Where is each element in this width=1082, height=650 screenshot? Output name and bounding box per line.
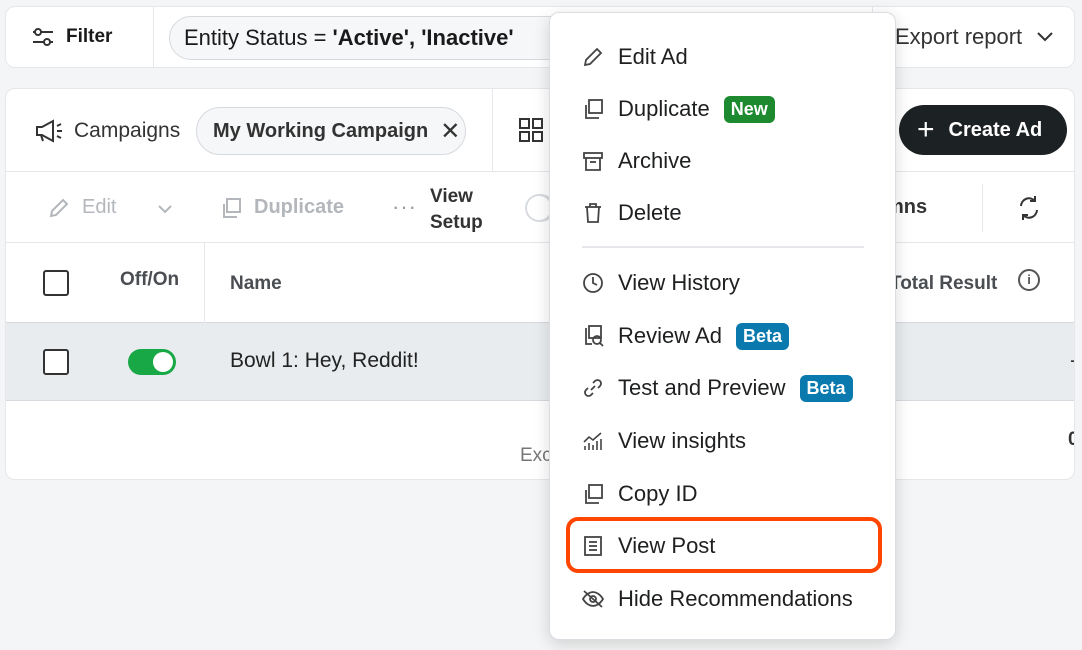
column-header-off-on[interactable]: Off/On (120, 269, 179, 291)
menu-item-label: Duplicate (618, 96, 710, 121)
menu-item-label: Hide Recommendations (618, 586, 853, 611)
create-ad-label: Create Ad (948, 118, 1043, 141)
refresh-icon[interactable] (1016, 194, 1042, 222)
menu-item-label: View History (618, 270, 740, 295)
edit-label: Edit (82, 196, 117, 218)
copy-icon (580, 481, 606, 507)
ad-name[interactable]: Bowl 1: Hey, Reddit! (230, 349, 419, 373)
table-row[interactable]: Bowl 1: Hey, Reddit! - (6, 323, 1074, 401)
menu-item-edit-ad[interactable]: Edit Ad (580, 37, 688, 77)
status-filter-values: 'Active', 'Inactive' (332, 25, 514, 50)
review-icon (580, 323, 606, 349)
view-setup-line2: Setup (430, 212, 483, 233)
menu-item-hide-recommendations[interactable]: Hide Recommendations (580, 579, 853, 619)
footer-total: 0 (1068, 429, 1074, 451)
filter-label: Filter (66, 26, 113, 47)
duplicate-icon (580, 96, 606, 122)
menu-item-delete[interactable]: Delete (580, 193, 682, 233)
grid-icon[interactable] (518, 117, 544, 143)
beta-badge: Beta (799, 374, 853, 402)
column-header-total-result[interactable]: Total Result (890, 273, 997, 295)
ads-panel: Campaigns My Working Campaign ✕ + Create… (5, 88, 1075, 480)
pencil-icon (580, 44, 606, 70)
view-setup-line1: View (430, 186, 473, 207)
footer-label: Exc (520, 445, 552, 466)
duplicate-label: Duplicate (254, 196, 345, 218)
menu-item-label: View insights (618, 428, 746, 453)
status-filter-prefix: Entity Status = (184, 25, 327, 50)
ad-toolbar: Edit Duplicate ··· View Setup mns (6, 171, 1074, 243)
menu-item-view-history[interactable]: View History (580, 263, 740, 303)
campaign-chip[interactable]: My Working Campaign ✕ (196, 107, 466, 155)
pencil-icon (49, 198, 69, 217)
menu-item-label: Edit Ad (618, 44, 688, 69)
menu-item-duplicate[interactable]: Duplicate New (580, 89, 775, 129)
ad-toggle[interactable] (128, 349, 176, 375)
campaigns-breadcrumb[interactable]: Campaigns (34, 119, 180, 143)
menu-divider (582, 246, 864, 248)
column-divider (204, 243, 205, 323)
archive-icon (580, 148, 606, 174)
menu-item-label: Copy ID (618, 481, 698, 506)
menu-item-label: Review Ad (618, 323, 722, 348)
chevron-down-icon[interactable] (158, 204, 172, 214)
trash-icon (580, 200, 606, 226)
export-report-label: Export report (895, 24, 1023, 49)
chevron-down-icon (1037, 32, 1053, 42)
select-all-checkbox[interactable] (43, 270, 69, 296)
edit-button[interactable]: Edit (48, 196, 116, 219)
plus-icon: + (917, 113, 935, 146)
new-badge: New (723, 95, 775, 123)
campaigns-label: Campaigns (74, 119, 181, 142)
highlight-box (566, 517, 882, 573)
insights-icon (580, 428, 606, 454)
ad-context-menu: Edit Ad Duplicate New Archive Delete Vie… (549, 12, 896, 640)
column-header-name[interactable]: Name (230, 273, 282, 295)
header-divider (492, 89, 493, 171)
info-icon[interactable]: i (1018, 269, 1040, 291)
toolbar-divider (982, 184, 983, 232)
menu-item-archive[interactable]: Archive (580, 141, 691, 181)
campaign-chip-label: My Working Campaign (213, 119, 429, 142)
link-icon (580, 375, 606, 401)
table-header: Off/On Name Total Result i (6, 243, 1074, 323)
eye-off-icon (580, 586, 606, 612)
duplicate-icon (223, 197, 241, 218)
filter-bar: Filter Entity Status = 'Active', 'Inacti… (5, 6, 1075, 68)
total-result-value: - (1070, 349, 1074, 373)
clock-icon (580, 270, 606, 296)
export-report-button[interactable]: Export report (872, 7, 1076, 67)
filter-icon (33, 28, 53, 46)
create-ad-button[interactable]: + Create Ad (899, 105, 1067, 155)
row-checkbox[interactable] (43, 349, 69, 375)
menu-item-review-ad[interactable]: Review Ad Beta (580, 316, 789, 356)
view-setup-label[interactable]: View Setup (430, 184, 510, 236)
more-icon[interactable]: ··· (392, 194, 417, 220)
close-icon[interactable]: ✕ (440, 117, 460, 146)
menu-item-test-and-preview[interactable]: Test and Preview Beta (580, 368, 853, 408)
filter-button[interactable]: Filter (6, 7, 154, 67)
megaphone-icon (36, 119, 62, 143)
menu-item-view-insights[interactable]: View insights (580, 421, 746, 461)
menu-item-label: Test and Preview (618, 375, 786, 400)
duplicate-button[interactable]: Duplicate (220, 196, 344, 219)
menu-item-label: Archive (618, 148, 692, 173)
menu-item-label: Delete (618, 200, 682, 225)
beta-badge: Beta (735, 322, 789, 350)
menu-item-copy-id[interactable]: Copy ID (580, 474, 697, 514)
